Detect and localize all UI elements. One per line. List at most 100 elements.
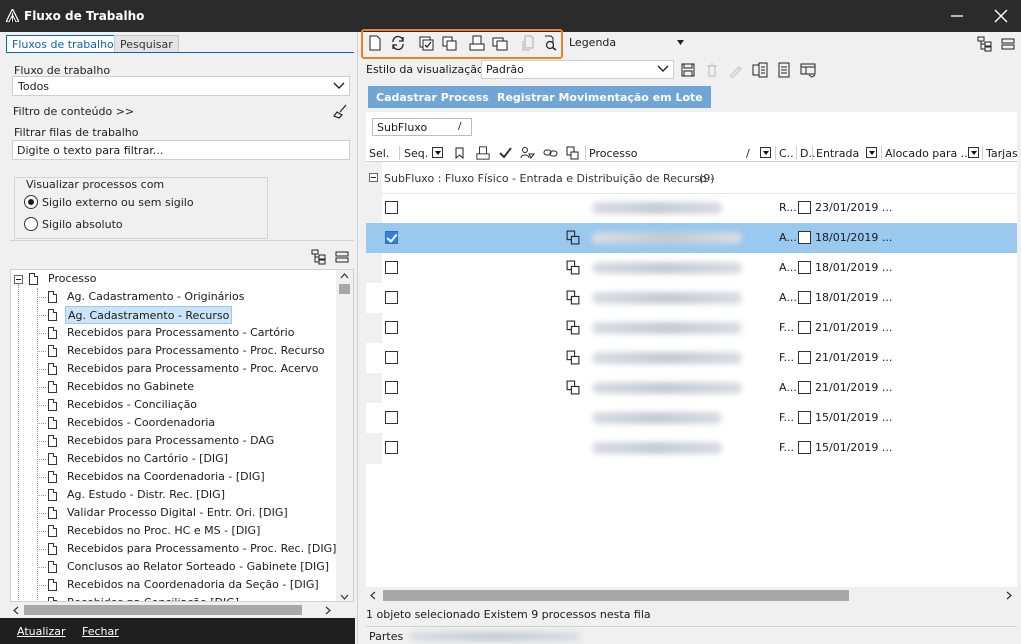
export-columns-icon[interactable] [752, 62, 768, 78]
table-row[interactable]: A... 21/01/2019 ... [366, 373, 1017, 403]
tree-item[interactable]: Ag. Cadastramento - Recurso [65, 306, 233, 324]
save-icon[interactable] [680, 62, 696, 78]
table-row[interactable]: A... 18/01/2019 ... [366, 283, 1017, 313]
col-sel[interactable]: Sel. [369, 147, 389, 160]
col-alocado[interactable]: Alocado para ... [885, 147, 971, 160]
row-d-checkbox[interactable] [798, 201, 811, 214]
scroll-down-icon[interactable] [340, 594, 349, 600]
col-separator[interactable] [796, 146, 797, 160]
table-row[interactable]: F... 21/01/2019 ... [366, 313, 1017, 343]
row-select-checkbox[interactable] [385, 201, 398, 214]
list-document-icon[interactable] [776, 62, 792, 78]
row-select-checkbox[interactable] [385, 351, 398, 364]
registrar-movimentacao-button[interactable]: Registrar Movimentação em Lote [489, 86, 711, 108]
col-tarjas[interactable]: Tarjas [986, 147, 1018, 160]
row-select-checkbox[interactable] [385, 381, 398, 394]
tree-collapse-toggle[interactable] [14, 275, 23, 284]
tree-item[interactable]: Conclusos ao Relator Sorteado - Gabinete… [65, 558, 331, 576]
tree-item[interactable]: Recebidos na Coordenadoria - [DIG] [65, 468, 267, 486]
content-filter-link[interactable]: Filtro de conteúdo >> [13, 105, 134, 118]
broom-icon[interactable] [333, 104, 348, 119]
tree-vertical-scrollbar[interactable] [336, 270, 353, 601]
col-alocado-filter[interactable] [968, 147, 979, 158]
row-d-checkbox[interactable] [798, 411, 811, 424]
radio-sigilo-externo[interactable] [24, 195, 38, 209]
table-row[interactable]: A... 18/01/2019 ... [366, 223, 1017, 253]
col-processo[interactable]: Processo [589, 147, 637, 160]
table-row[interactable]: F... 15/01/2019 ... [366, 433, 1017, 463]
table-row[interactable]: R... 23/01/2019 ... [366, 193, 1017, 223]
row-select-checkbox[interactable] [385, 231, 398, 244]
row-d-checkbox[interactable] [798, 261, 811, 274]
col-entrada-filter[interactable] [866, 147, 877, 158]
tree-item[interactable]: Recebidos para Processamento - DAG [65, 432, 276, 450]
row-d-checkbox[interactable] [798, 351, 811, 364]
col-processo-filter[interactable] [760, 147, 771, 158]
tab-fluxos[interactable]: Fluxos de trabalho [6, 35, 120, 53]
tree-item[interactable]: Recebidos para Processamento - Proc. Rec… [65, 540, 338, 558]
group-collapse-toggle[interactable] [369, 173, 378, 182]
tree-item[interactable]: Recebidos para Processamento - Proc. Rec… [65, 342, 327, 360]
tree-collapse-icon[interactable] [1000, 36, 1016, 52]
tree-horizontal-scrollbar[interactable] [10, 602, 354, 618]
row-d-checkbox[interactable] [798, 291, 811, 304]
minimize-icon[interactable] [949, 8, 965, 24]
tree-item[interactable]: Recebidos no Cartório - [DIG] [65, 450, 230, 468]
col-seq[interactable]: Seq. [404, 147, 428, 160]
tree-item[interactable]: Ag. Estudo - Distr. Rec. [DIG] [65, 486, 227, 504]
row-d-checkbox[interactable] [798, 231, 811, 244]
col-c[interactable]: C.. [779, 147, 794, 160]
legend-dropdown[interactable]: Legenda [569, 36, 616, 49]
scroll-up-icon[interactable] [340, 273, 349, 279]
close-icon[interactable] [993, 8, 1009, 24]
table-row[interactable]: F... 15/01/2019 ... [366, 403, 1017, 433]
view-style-select[interactable]: Padrão [481, 60, 674, 79]
workflow-select[interactable]: Todos [12, 76, 350, 96]
table-row[interactable]: F... 21/01/2019 ... [366, 343, 1017, 373]
tree-item[interactable]: Recebidos - Coordenadoria [65, 414, 217, 432]
col-separator[interactable] [775, 146, 776, 160]
row-select-checkbox[interactable] [385, 291, 398, 304]
group-chip-subfluxo[interactable]: SubFluxo / [372, 118, 472, 136]
tree-item[interactable]: Recebidos na Conciliação [DIG] [65, 594, 241, 601]
col-seq-filter[interactable] [432, 147, 443, 158]
col-separator[interactable] [399, 146, 400, 160]
row-select-checkbox[interactable] [385, 411, 398, 424]
tree-expand-icon[interactable] [311, 249, 327, 265]
col-separator[interactable] [812, 146, 813, 160]
scroll-left-icon[interactable] [13, 606, 19, 615]
col-separator[interactable] [881, 146, 882, 160]
queue-filter-input[interactable]: Digite o texto para filtrar... [12, 140, 350, 160]
chevron-down-icon[interactable] [677, 40, 684, 45]
tree-collapse-icon[interactable] [334, 249, 350, 265]
tree-item[interactable]: Recebidos para Processamento - Proc. Ace… [65, 360, 321, 378]
refresh-button[interactable]: Atualizar [17, 625, 66, 638]
col-d[interactable]: D.. [800, 147, 815, 160]
tree-expand-icon[interactable] [977, 36, 993, 52]
row-d-checkbox[interactable] [798, 381, 811, 394]
scroll-right-icon[interactable] [325, 606, 331, 615]
radio-sigilo-absoluto[interactable] [24, 217, 38, 231]
scroll-thumb[interactable] [383, 590, 849, 601]
tree-item[interactable]: Recebidos - Conciliação [65, 396, 199, 414]
tree-item[interactable]: Validar Processo Digital - Entr. Ori. [D… [65, 504, 290, 522]
splitter[interactable] [357, 32, 358, 644]
tree-item[interactable]: Recebidos no Gabinete [65, 378, 196, 396]
row-select-checkbox[interactable] [385, 261, 398, 274]
close-button[interactable]: Fechar [82, 625, 119, 638]
row-select-checkbox[interactable] [385, 441, 398, 454]
col-entrada[interactable]: Entrada [816, 147, 859, 160]
grid-horizontal-scrollbar[interactable] [366, 587, 1017, 604]
scroll-thumb[interactable] [339, 284, 350, 294]
cadastrar-processo-button[interactable]: Cadastrar Processo [368, 86, 505, 108]
table-row[interactable]: A... 18/01/2019 ... [366, 253, 1017, 283]
tree-item[interactable]: Ag. Cadastramento - Originários [65, 288, 246, 306]
row-d-checkbox[interactable] [798, 321, 811, 334]
tree-item[interactable]: Recebidos no Proc. HC e MS - [DIG] [65, 522, 262, 540]
scroll-left-icon[interactable] [370, 591, 376, 600]
tree-item[interactable]: Recebidos na Coordenadoria da Seção - [D… [65, 576, 321, 594]
row-select-checkbox[interactable] [385, 321, 398, 334]
table-layout-icon[interactable] [800, 62, 816, 78]
scroll-thumb[interactable] [24, 605, 302, 615]
col-separator[interactable] [982, 146, 983, 160]
